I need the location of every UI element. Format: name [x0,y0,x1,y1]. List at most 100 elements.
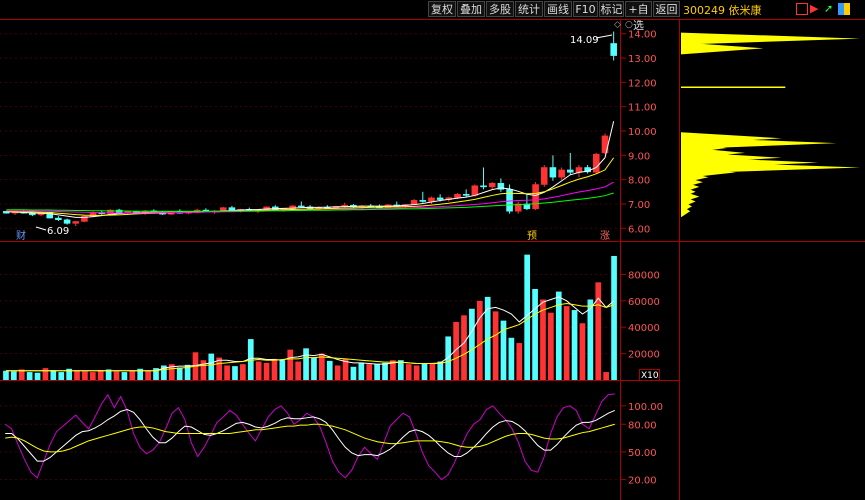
volume-bar [255,361,262,380]
volume-bar [429,362,436,380]
volume-bar [295,361,301,380]
volume-bar [571,310,578,380]
moving-average-lines [6,121,615,218]
volume-bar [413,365,420,380]
volume-ma-line [5,296,615,372]
volume-bar [437,361,444,380]
circle-icon[interactable]: ○ [625,20,633,30]
volume-bar [421,363,428,380]
volume-bar [461,315,467,380]
candle-body [566,169,574,173]
price-tick-label: 9.00 [628,151,650,162]
price-axis: 14.00 13.00 12.00 11.00 10.00 9.00 8.00 7.00 6.0… [620,30,657,235]
volume-bar [303,348,309,380]
price-tick-label: 7.00 [628,200,650,211]
volume-bar [374,364,380,380]
volume-bar [350,366,357,380]
volume-ma-line [5,302,615,372]
volume-bar [516,343,523,380]
volume-bar [3,370,9,380]
candle-body [63,219,71,224]
volume-tick-label: 40000 [628,323,660,334]
min-price-label: 6.09 [47,226,69,237]
volume-profile [681,32,861,218]
volume-bar [595,282,602,380]
flag-forecast-label: 预 [527,230,537,242]
volume-bar [97,370,104,380]
diamond-icon[interactable]: ◇ [614,20,621,30]
volume-tick-label: 80000 [628,270,660,281]
oscillator-tick-label: 20.00 [628,476,657,487]
candlestick-series [3,31,617,227]
oscillator-tick-label: 100.00 [628,402,663,413]
candle-body [471,185,479,196]
profile-bar [681,32,861,45]
volume-bar [508,337,515,380]
volume-bar [532,288,538,380]
volume-bar [382,362,388,380]
candle-body [462,193,470,196]
flag-surge-label: 涨 [600,230,610,242]
volume-bar [224,365,230,380]
volume-bar [11,371,17,380]
candle-body [436,197,444,200]
price-tick-label: 6.00 [628,224,650,235]
volume-tick-label: 20000 [628,350,660,361]
volume-bar [240,364,246,380]
volume-bar [232,366,238,380]
volume-bar [366,364,373,380]
volume-bar [129,370,136,380]
volume-bar [445,336,452,380]
volume-bar [271,358,278,380]
volume-bar [476,300,483,380]
oscillator-tick-label: 50.00 [628,448,657,459]
candle-body [558,169,565,178]
candle-body [506,189,513,212]
volume-bar [279,360,286,380]
volume-bar [121,372,128,380]
candle-body [228,207,236,211]
max-price-label: 14.09 [570,35,599,46]
candle-body [549,167,557,178]
volume-bar [397,360,404,380]
min-price-pointer [35,226,47,231]
volume-bar [563,306,570,380]
price-tick-label: 14.00 [628,30,657,41]
oscillator-tick-label: 80.00 [628,420,657,431]
volume-bar [176,367,183,380]
volume-axis: 80000 60000 40000 20000 [620,270,660,361]
oscillator-line [5,408,615,462]
volume-bar [492,311,499,380]
volume-bar [579,323,586,380]
volume-bar [34,372,41,380]
oscillator-line [5,423,615,453]
volume-bar [287,349,294,380]
price-tick-label: 12.00 [628,78,657,89]
volume-bar [311,357,317,380]
price-tick-label: 8.00 [628,176,650,187]
oscillator-lines [4,393,615,481]
candle-body [610,43,617,56]
volume-bar [548,312,554,380]
candle-body [480,185,487,188]
volume-bar [89,372,96,380]
candle-body [410,200,418,205]
volume-bar [208,353,215,380]
candle-body [298,205,305,208]
volume-bar [358,362,365,380]
volume-bar [326,360,333,380]
volume-tick-label: 60000 [628,297,660,308]
volume-bar [587,299,594,380]
candle-body [593,153,600,173]
volume-bar [50,370,57,380]
candle-body [72,221,80,224]
candle-body [428,197,435,202]
volume-bar [42,368,49,380]
volume-bar [603,372,609,380]
candle-body [488,183,496,188]
volume-bar [58,372,65,380]
price-tick-label: 13.00 [628,54,657,65]
volume-bar [334,365,341,380]
volume-bar [145,370,151,380]
oscillator-axis: 100.00 80.00 50.00 20.00 [620,402,663,487]
